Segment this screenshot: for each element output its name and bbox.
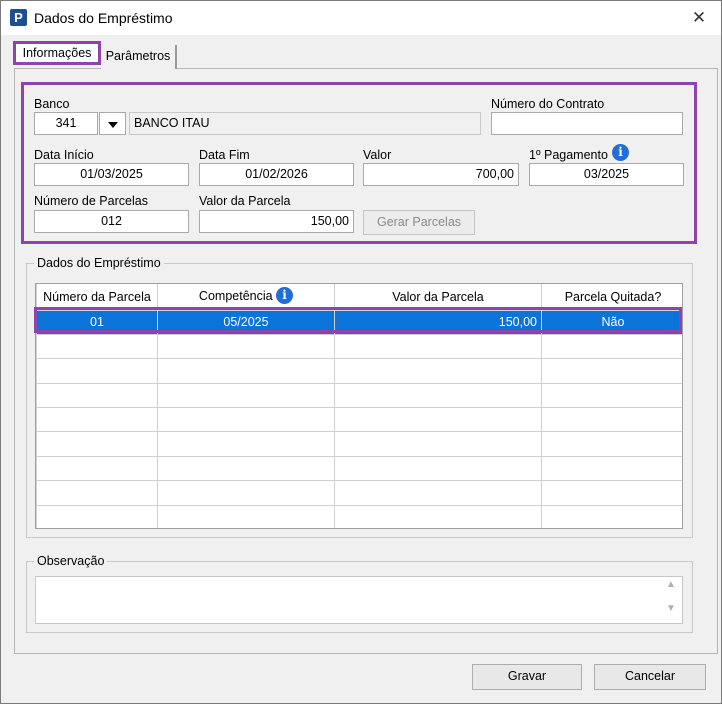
num-parcelas-label: Número de Parcelas — [34, 194, 148, 208]
scroll-up-icon[interactable]: ▲ — [664, 579, 678, 595]
loan-dialog: P Dados do Empréstimo ✕ Informações Parâ… — [0, 0, 722, 704]
col-parcela-quitada[interactable]: Parcela Quitada? — [541, 284, 682, 311]
col-numero-parcela[interactable]: Número da Parcela — [36, 284, 158, 311]
primeiro-pagamento-label: 1º Pagamento — [529, 148, 608, 162]
cell-valor: 150,00 — [334, 309, 542, 335]
valor-parcela-label: Valor da Parcela — [199, 194, 291, 208]
valor-field[interactable]: 700,00 — [363, 163, 519, 186]
emprestimo-group-title: Dados do Empréstimo — [34, 256, 164, 270]
table-row[interactable] — [36, 480, 682, 506]
table-row[interactable] — [36, 407, 682, 433]
cell-numero: 01 — [36, 309, 158, 335]
gerar-parcelas-button[interactable]: Gerar Parcelas — [363, 210, 475, 235]
banco-dropdown-button[interactable] — [99, 112, 126, 135]
data-inicio-label: Data Início — [34, 148, 94, 162]
valor-parcela-field[interactable]: 150,00 — [199, 210, 354, 233]
observacao-textarea[interactable] — [35, 576, 683, 624]
data-fim-label: Data Fim — [199, 148, 250, 162]
scroll-down-icon[interactable]: ▼ — [664, 603, 678, 619]
table-row[interactable] — [36, 333, 682, 360]
num-parcelas-field[interactable]: 012 — [34, 210, 189, 233]
parcelas-grid[interactable]: Número da Parcela Competência i Valor da… — [35, 283, 683, 529]
cell-quitada: Não — [541, 309, 682, 335]
title-bar[interactable]: P Dados do Empréstimo ✕ — [1, 1, 721, 35]
window-title: Dados do Empréstimo — [34, 10, 173, 26]
close-icon[interactable]: ✕ — [685, 5, 713, 31]
contrato-field[interactable] — [491, 112, 683, 135]
banco-label: Banco — [34, 97, 70, 111]
data-inicio-field[interactable]: 01/03/2025 — [34, 163, 189, 186]
table-row[interactable] — [36, 358, 682, 384]
observacao-group-title: Observação — [34, 554, 108, 568]
table-row[interactable] — [36, 382, 682, 409]
app-logo-icon: P — [10, 9, 27, 26]
pagamento-info-icon[interactable]: i — [612, 144, 629, 161]
banco-code-field[interactable]: 341 — [34, 112, 98, 135]
banco-name-field: BANCO ITAU — [129, 112, 481, 135]
competencia-info-icon[interactable]: i — [276, 287, 294, 305]
cell-competencia: 05/2025 — [157, 309, 335, 335]
contrato-label: Número do Contrato — [491, 97, 605, 111]
col-competencia[interactable]: Competência i — [157, 284, 335, 311]
col-valor-parcela[interactable]: Valor da Parcela — [334, 284, 542, 311]
tab-parametros[interactable]: Parâmetros — [101, 45, 177, 69]
table-row[interactable] — [36, 504, 682, 528]
gravar-button[interactable]: Gravar — [472, 664, 582, 690]
tab-informacoes[interactable]: Informações — [13, 41, 101, 65]
cancelar-button[interactable]: Cancelar — [594, 664, 706, 690]
primeiro-pagamento-field[interactable]: 03/2025 — [529, 163, 684, 186]
table-row[interactable]: 01 05/2025 150,00 Não — [36, 309, 682, 335]
table-row[interactable] — [36, 431, 682, 457]
valor-label: Valor — [363, 148, 392, 162]
table-row[interactable] — [36, 455, 682, 482]
col-competencia-label: Competência — [198, 289, 273, 304]
data-fim-field[interactable]: 01/02/2026 — [199, 163, 354, 186]
